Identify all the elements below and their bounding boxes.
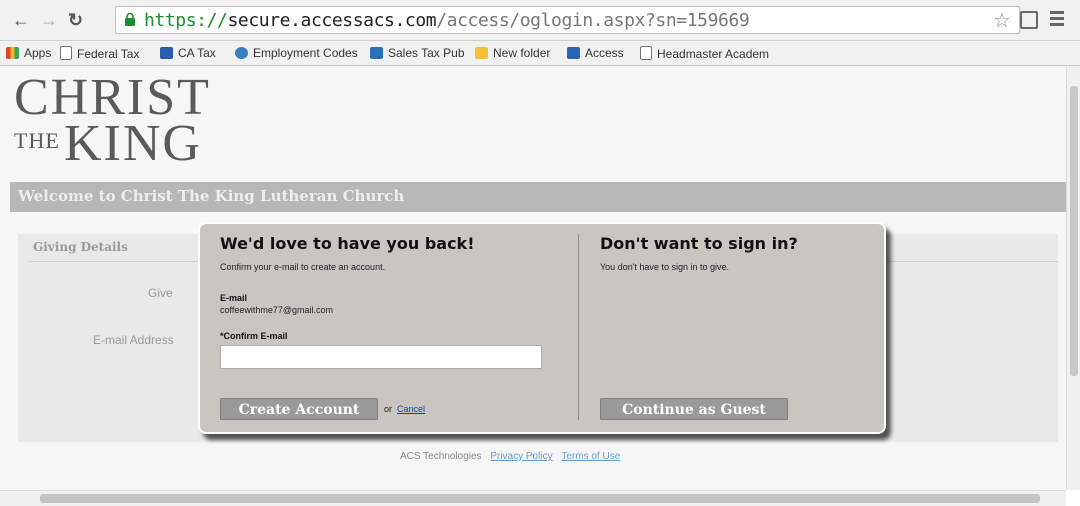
- continue-as-guest-button[interactable]: Continue as Guest: [600, 398, 788, 420]
- cancel-link[interactable]: Cancel: [397, 404, 425, 414]
- forward-arrow-icon[interactable]: →: [40, 11, 58, 29]
- lock-icon: [125, 13, 135, 26]
- horizontal-scrollbar[interactable]: [0, 490, 1066, 506]
- email-label: E-mail: [220, 293, 248, 303]
- welcome-text: Welcome to Christ The King Lutheran Chur…: [18, 187, 405, 205]
- address-bar[interactable]: https://secure.accessacs.com/access/oglo…: [115, 6, 1020, 34]
- panel-header: Giving Details: [33, 240, 128, 254]
- bookmark-new-folder[interactable]: New folder: [475, 46, 550, 60]
- logo-line-king: KING: [64, 115, 202, 172]
- email-value: coffeewithme77@gmail.com: [220, 305, 334, 315]
- email-address-label: E-mail Address: [93, 333, 174, 347]
- page-icon: [60, 46, 72, 60]
- bookmark-access[interactable]: Access: [567, 46, 624, 60]
- url-text: https://secure.accessacs.com/access/oglo…: [144, 10, 750, 31]
- reload-icon[interactable]: ↻: [68, 11, 83, 29]
- extension-icon[interactable]: [1020, 11, 1038, 29]
- bookmark-ca-tax[interactable]: CA Tax: [160, 46, 216, 60]
- welcome-back-title: We'd love to have you back!: [220, 234, 475, 253]
- confirm-instructions: Confirm your e-mail to create an account…: [220, 262, 386, 272]
- bookmark-federal-tax[interactable]: Federal Tax: [60, 46, 139, 61]
- privacy-policy-link[interactable]: Privacy Policy: [490, 451, 552, 462]
- no-sign-in-title: Don't want to sign in?: [600, 234, 798, 253]
- bookmark-star-icon[interactable]: ☆: [993, 8, 1011, 33]
- give-label: Give: [148, 286, 173, 300]
- bookmark-headmaster-academy[interactable]: Headmaster Academ: [640, 46, 769, 61]
- boe-icon: [370, 47, 383, 59]
- menu-icon[interactable]: [1050, 11, 1064, 29]
- modal-divider: [578, 234, 579, 420]
- browser-toolbar: ← → ↻ https://secure.accessacs.com/acces…: [0, 0, 1080, 41]
- confirm-email-input[interactable]: [220, 345, 542, 369]
- bookmark-sales-tax-pub[interactable]: Sales Tax Pub: [370, 46, 465, 60]
- terms-of-use-link[interactable]: Terms of Use: [561, 451, 620, 462]
- bookmark-employment-codes[interactable]: Employment Codes: [235, 46, 358, 60]
- folder-icon: [475, 47, 488, 59]
- access-icon: [567, 47, 580, 59]
- bookmarks-bar: Apps Federal Tax CA Tax Employment Codes…: [0, 41, 1080, 66]
- footer-company: ACS Technologies: [400, 451, 482, 462]
- page-icon: [640, 46, 652, 60]
- edd-icon: [235, 47, 248, 59]
- logo-line-the: THE: [14, 128, 60, 153]
- confirm-email-label: *Confirm E-mail: [220, 331, 288, 341]
- create-account-button[interactable]: Create Account: [220, 398, 378, 420]
- or-text: or: [384, 404, 393, 414]
- vertical-scrollbar[interactable]: [1066, 66, 1080, 490]
- apps-grid-icon: [6, 47, 19, 59]
- welcome-banner: Welcome to Christ The King Lutheran Chur…: [10, 182, 1066, 212]
- back-arrow-icon[interactable]: ←: [12, 11, 30, 29]
- sign-in-modal: We'd love to have you back! Confirm your…: [198, 222, 886, 434]
- footer: ACS Technologies Privacy Policy Terms of…: [400, 451, 620, 462]
- ftb-icon: [160, 47, 173, 59]
- bookmark-apps[interactable]: Apps: [6, 46, 51, 60]
- no-sign-in-subtitle: You don't have to sign in to give.: [600, 262, 729, 272]
